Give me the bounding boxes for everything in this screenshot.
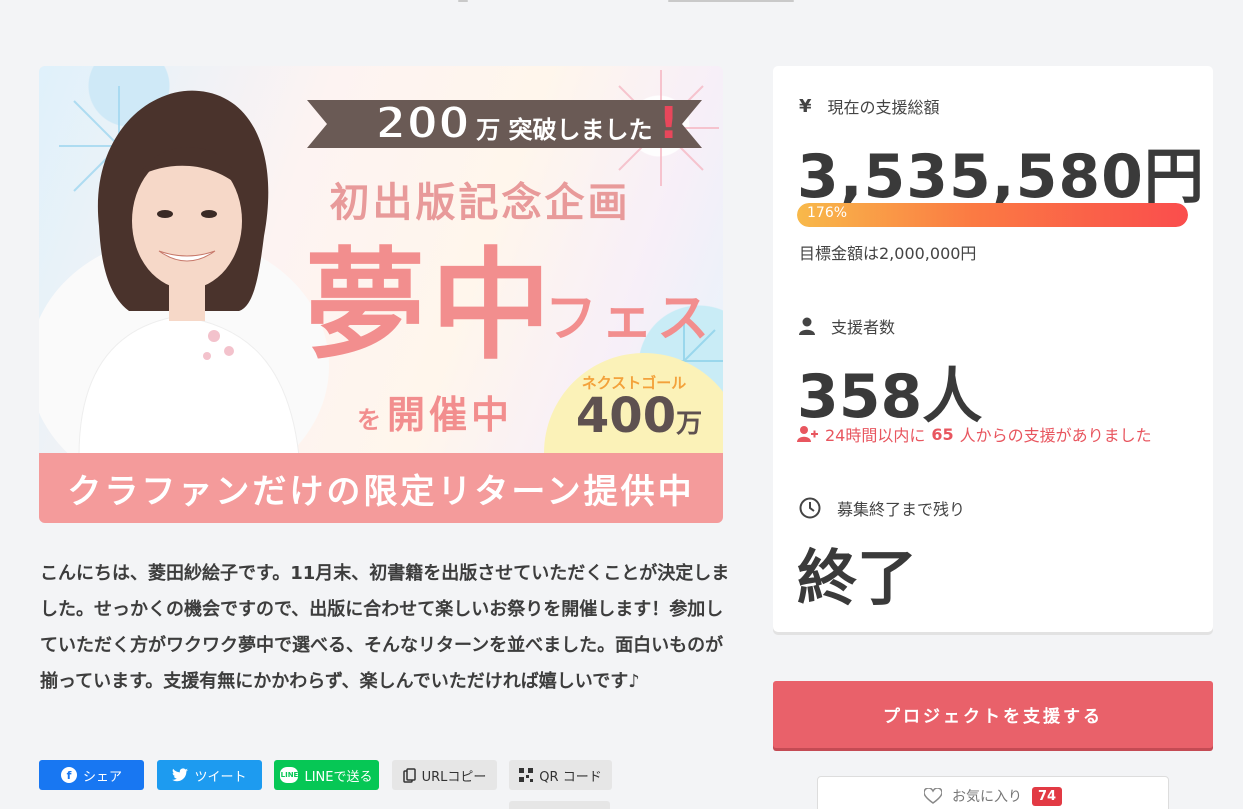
hero-open-label: 開催中 (387, 393, 514, 437)
facebook-share-label: シェア (82, 769, 122, 785)
url-copy-button[interactable]: URLコピー (392, 760, 497, 790)
next-goal-unit: 万 (676, 409, 703, 439)
goal-amount: 目標金額は2,000,000円 (799, 244, 977, 263)
favorite-count: 74 (1031, 786, 1063, 806)
hero-main-title-suffix: フェス (545, 289, 714, 349)
ribbon-number: 200 (374, 97, 471, 150)
facebook-share-button[interactable]: f シェア (39, 760, 144, 790)
remaining-label: 募集終了まで残り (837, 500, 966, 519)
ribbon-exclamation: ! (658, 98, 679, 149)
favorite-label: お気に入り (951, 789, 1022, 805)
project-hero-image: 200 万 突破しました ! 初出版記念企画 夢中 フェス を 開催中 ネクスト… (39, 66, 723, 523)
recent-backers-notice: 24時間以内に 65 人からの支援がありました (797, 422, 1152, 446)
line-share-button[interactable]: LINE LINEで送る (274, 760, 379, 790)
top-nav-remnant (0, 0, 1243, 8)
funding-progress-text: 176% (807, 205, 848, 221)
project-description: こんにちは、菱田紗絵子です。11月末、初書籍を出版させていただくことが決定しまし… (40, 563, 730, 692)
heart-icon (923, 788, 942, 804)
hero-main-title: 夢中 (305, 237, 557, 376)
recent-backers-icon (797, 426, 818, 442)
funding-progress-fill (797, 203, 1188, 227)
qr-code-label: QR コード (539, 769, 602, 785)
twitter-share-button[interactable]: ツイート (157, 760, 262, 790)
line-icon: LINE (280, 767, 299, 783)
next-goal-value: 400万 (559, 388, 719, 444)
qr-code-button[interactable]: QR コード (509, 760, 612, 790)
yen-icon: ¥ (799, 95, 812, 117)
facebook-icon: f (60, 767, 77, 783)
amount-label-row: ¥ 現在の支援総額 (799, 94, 940, 118)
qr-code-icon (519, 768, 534, 782)
twitter-icon (172, 768, 189, 782)
ribbon-text: 万 突破しました (476, 116, 653, 144)
url-copy-label: URLコピー (421, 769, 487, 785)
backers-label: 支援者数 (831, 318, 896, 337)
copy-icon (402, 767, 416, 783)
remaining-value: 終了 (797, 544, 917, 614)
support-project-button[interactable]: プロジェクトを支援する (773, 681, 1213, 748)
recent-count: 65 (931, 424, 954, 444)
achievement-ribbon-text: 200 万 突破しました ! (357, 92, 697, 156)
recent-prefix: 24時間以内に (825, 426, 926, 445)
hero-bottom-band: クラファンだけの限定リターン提供中 (39, 453, 723, 523)
recent-suffix: 人からの支援がありました (959, 426, 1152, 445)
hero-subtitle: 初出版記念企画 (329, 180, 631, 226)
amount-label: 現在の支援総額 (827, 98, 940, 117)
line-share-label: LINEで送る (304, 769, 373, 785)
next-goal-number: 400 (575, 388, 677, 444)
person-icon (799, 317, 815, 335)
hero-open-text: を 開催中 (357, 384, 513, 439)
extra-share-button[interactable] (509, 801, 610, 809)
twitter-share-label: ツイート (194, 769, 247, 785)
hero-open-particle: を (357, 406, 381, 434)
remaining-label-row: 募集終了まで残り (799, 496, 965, 520)
favorite-button[interactable]: お気に入り 74 (817, 776, 1169, 809)
clock-icon (799, 497, 821, 519)
backers-label-row: 支援者数 (799, 314, 895, 338)
project-stats-card: ¥ 現在の支援総額 3,535,580円 176% 目標金額は2,000,000… (773, 66, 1213, 632)
funding-progress-bar: 176% (797, 203, 1188, 227)
total-amount: 3,535,580円 (797, 142, 1205, 212)
creator-photo (39, 90, 329, 456)
